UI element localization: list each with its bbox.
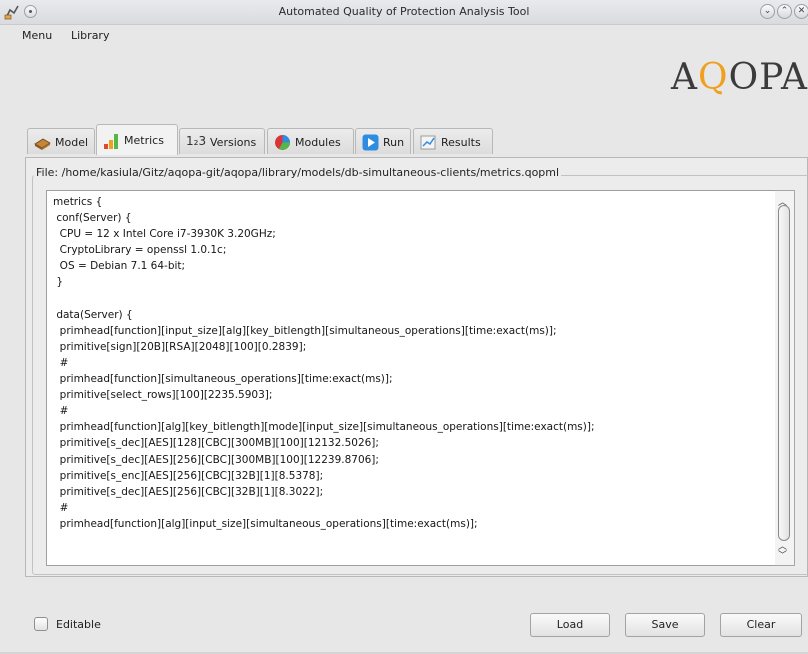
model-icon [34,138,51,150]
window-title: Automated Quality of Protection Analysis… [278,5,530,18]
editable-label[interactable]: Editable [56,618,101,631]
tab-results[interactable]: Results [413,128,493,154]
metrics-editor[interactable]: metrics { conf(Server) { CPU = 12 x Inte… [46,190,794,566]
tab-label: Run [383,136,405,149]
file-path-label: File: /home/kasiula/Gitz/aqopa-git/aqopa… [34,166,562,179]
tab-label: Metrics [124,134,164,147]
run-play-icon [362,134,379,151]
results-icon [420,135,436,150]
tab-metrics[interactable]: Metrics [96,124,178,155]
maximize-button[interactable]: ⌃ [777,4,792,19]
tab-model[interactable]: Model [27,128,95,154]
aqopa-logo: AQOPA [671,57,808,98]
tab-label: Model [55,136,89,149]
modules-pie-icon [275,135,290,150]
menu-item-library[interactable]: Library [71,29,109,42]
tab-label: Modules [295,136,341,149]
tab-label: Results [441,136,481,149]
menu-item-menu[interactable]: Menu [22,29,52,42]
metrics-code-text[interactable]: metrics { conf(Server) { CPU = 12 x Inte… [53,194,595,532]
tab-versions[interactable]: 1₂3 Versions [179,128,265,154]
minimize-button[interactable]: ⌄ [760,4,775,19]
load-button[interactable]: Load [530,613,610,637]
scroll-down-arrow-icon[interactable]: ︿ ﹀ [778,543,787,561]
clear-button[interactable]: Clear [720,613,802,637]
close-button[interactable]: ✕ [794,4,808,19]
tab-label: Versions [210,136,257,149]
tab-modules[interactable]: Modules [267,128,354,154]
vertical-scrollbar[interactable]: ︿ ︿ ﹀ [775,190,795,566]
editable-checkbox[interactable] [34,617,48,631]
tab-run[interactable]: Run [355,128,411,154]
scrollbar-thumb[interactable] [778,205,790,541]
menu-bar: Menu Library [0,25,808,45]
bar-chart-icon [104,134,118,149]
window-titlebar: Automated Quality of Protection Analysis… [0,0,808,25]
save-button[interactable]: Save [625,613,705,637]
versions-123-icon: 1₂3 [186,134,207,148]
